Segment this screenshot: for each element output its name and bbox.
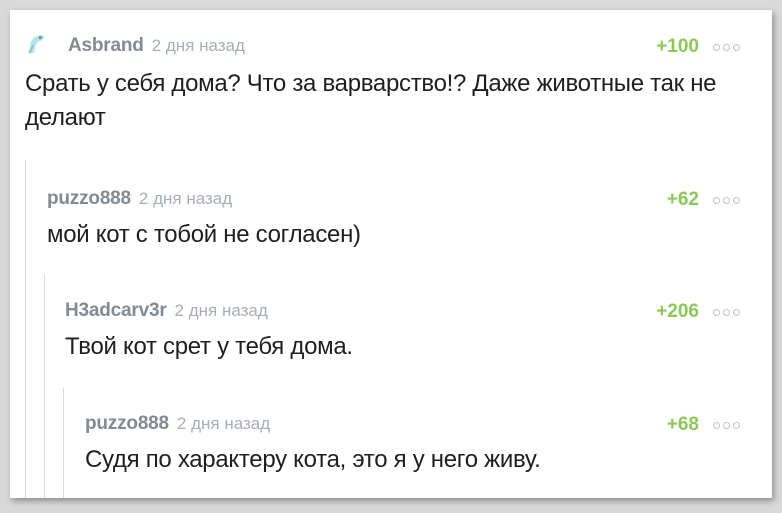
comment-text: мой кот с тобой не согласен) <box>47 221 361 248</box>
comment-time: 2 дня назад <box>151 36 245 55</box>
comment-rating: +62 <box>667 189 740 211</box>
comment-time: 2 дня назад <box>174 301 268 320</box>
comment-meta: puzzo888 2 дня назад <box>85 413 270 435</box>
thread-line-level-2 <box>44 275 45 498</box>
more-options-icon[interactable] <box>713 421 740 429</box>
thread-line-level-3 <box>63 388 64 498</box>
comment-meta: H3adcarv3r 2 дня назад <box>65 300 268 322</box>
thread-line-level-1 <box>25 160 26 498</box>
rating-score: +62 <box>666 189 699 210</box>
author-name[interactable]: puzzo888 <box>85 413 169 435</box>
bird-avatar-icon[interactable] <box>25 33 45 55</box>
comment-meta: puzzo888 2 дня назад <box>47 188 232 210</box>
more-options-icon[interactable] <box>713 43 740 51</box>
comment-text: Судя по характеру кота, это я у него жив… <box>85 446 541 473</box>
more-options-icon[interactable] <box>713 196 740 204</box>
rating-score: +100 <box>656 36 699 57</box>
rating-score: +206 <box>656 301 699 322</box>
more-options-icon[interactable] <box>713 308 740 316</box>
comment-time: 2 дня назад <box>138 189 233 208</box>
comment-rating: +68 <box>667 414 740 436</box>
comment-text: Твой кот срет у тебя дома. <box>65 333 353 360</box>
author-name[interactable]: H3adcarv3r <box>65 300 167 322</box>
comment-time: 2 дня назад <box>176 414 271 433</box>
comment-text: Срать у себя дома? Что за варварство!? Д… <box>25 70 717 131</box>
comment-rating: +100 <box>656 36 740 58</box>
comment-meta: Asbrand 2 дня назад <box>68 35 245 57</box>
comment-thread-card: Asbrand 2 дня назад +100 Срать у себя до… <box>10 10 772 498</box>
author-name[interactable]: Asbrand <box>68 35 144 57</box>
rating-score: +68 <box>666 414 699 435</box>
author-name[interactable]: puzzo888 <box>47 188 131 210</box>
comment-rating: +206 <box>656 301 740 323</box>
